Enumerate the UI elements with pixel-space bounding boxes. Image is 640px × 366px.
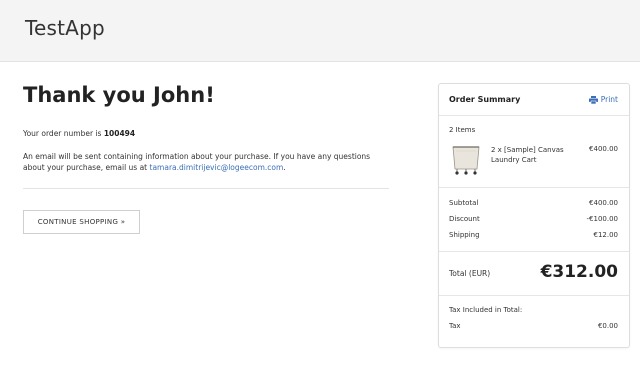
tax-value: €0.00 bbox=[597, 322, 618, 330]
subtotal-row: Subtotal €400.00 bbox=[449, 199, 618, 207]
item-price: €400.00 bbox=[589, 145, 618, 153]
divider bbox=[23, 188, 389, 189]
support-email-link[interactable]: tamara.dimitrijevic@logeecom.com bbox=[150, 163, 284, 172]
confirmation-main: Thank you John! Your order number is 100… bbox=[23, 82, 389, 234]
order-number-line: Your order number is 100494 bbox=[23, 128, 389, 139]
print-label: Print bbox=[600, 95, 618, 104]
total-value: €312.00 bbox=[540, 262, 618, 282]
printer-icon bbox=[588, 95, 598, 104]
items-count: 2 Items bbox=[449, 126, 476, 134]
brand-logo[interactable]: TestApp bbox=[25, 16, 105, 40]
email-info-suffix: . bbox=[283, 163, 286, 172]
laundry-cart-image bbox=[452, 146, 480, 175]
grand-total-section: Total (EUR) €312.00 bbox=[439, 252, 629, 296]
tax-row: Tax €0.00 bbox=[449, 322, 618, 330]
subtotal-value: €400.00 bbox=[589, 199, 618, 207]
discount-label: Discount bbox=[449, 215, 480, 223]
discount-value: -€100.00 bbox=[586, 215, 618, 223]
continue-shopping-button[interactable]: CONTINUE SHOPPING » bbox=[23, 210, 140, 234]
shipping-row: Shipping €12.00 bbox=[449, 231, 618, 239]
total-label: Total (EUR) bbox=[449, 269, 491, 278]
subtotal-label: Subtotal bbox=[449, 199, 479, 207]
shipping-label: Shipping bbox=[449, 231, 480, 239]
top-header: TestApp bbox=[0, 0, 640, 62]
order-items-section: 2 Items 2 x [Sample] Canvas Laundry Cart… bbox=[439, 116, 629, 188]
discount-row: Discount -€100.00 bbox=[449, 215, 618, 223]
tax-section: Tax Included in Total: Tax €0.00 bbox=[439, 296, 629, 346]
shipping-value: €12.00 bbox=[593, 231, 619, 239]
order-number: 100494 bbox=[103, 129, 136, 138]
tax-included-row: Tax Included in Total: bbox=[449, 306, 618, 314]
order-number-prefix: Your order number is bbox=[23, 129, 104, 138]
page-title: Thank you John! bbox=[23, 83, 215, 107]
totals-section: Subtotal €400.00 Discount -€100.00 Shipp… bbox=[439, 188, 629, 252]
item-name: 2 x [Sample] Canvas Laundry Cart bbox=[491, 146, 564, 164]
tax-label: Tax bbox=[449, 322, 461, 330]
order-summary-panel: Order Summary Print 2 Items 2 x [Sample]… bbox=[438, 83, 630, 348]
print-button[interactable]: Print bbox=[588, 95, 618, 104]
order-summary-header: Order Summary Print bbox=[439, 84, 629, 116]
order-summary-title: Order Summary bbox=[449, 95, 521, 104]
tax-included-label: Tax Included in Total: bbox=[449, 306, 523, 314]
email-info-text: An email will be sent containing informa… bbox=[23, 151, 389, 173]
